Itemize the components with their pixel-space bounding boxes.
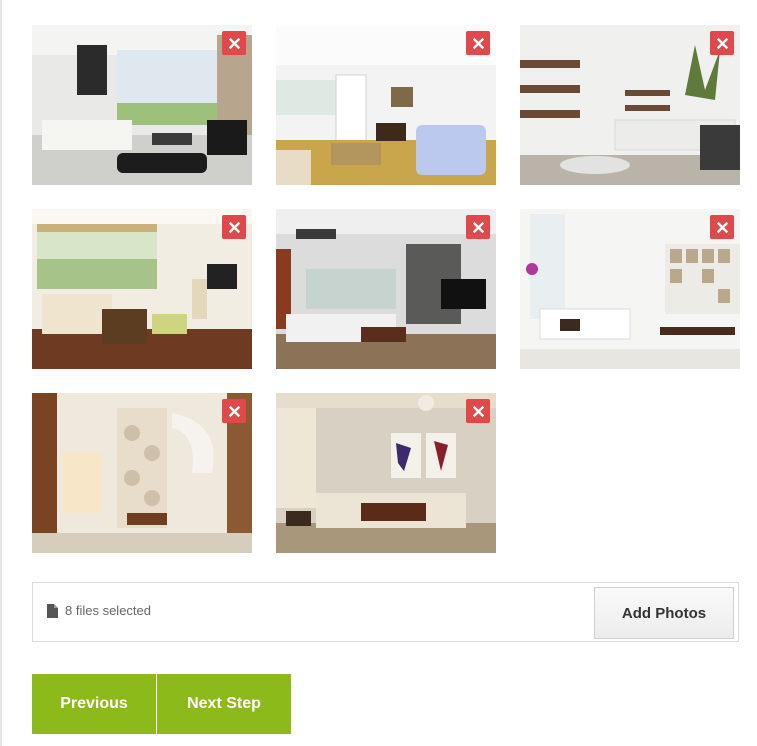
remove-photo-button[interactable] <box>710 31 734 55</box>
living-room-photo-1 <box>32 25 252 185</box>
previous-button[interactable]: Previous <box>32 674 157 734</box>
close-icon <box>472 37 484 49</box>
living-room-photo-5 <box>276 209 496 369</box>
close-icon <box>472 405 484 417</box>
file-upload-bar: 8 files selected Add Photos <box>32 582 739 642</box>
page-left-border <box>0 0 2 746</box>
photo-thumbnail[interactable] <box>32 393 252 553</box>
photo-thumbnail[interactable] <box>520 25 740 185</box>
files-selected-status: 8 files selected <box>65 603 151 618</box>
close-icon <box>228 221 240 233</box>
remove-photo-button[interactable] <box>710 215 734 239</box>
living-room-photo-4 <box>32 209 252 369</box>
photo-grid <box>32 25 740 553</box>
remove-photo-button[interactable] <box>466 31 490 55</box>
living-room-photo-3 <box>520 25 740 185</box>
living-room-photo-6 <box>520 209 740 369</box>
file-icon <box>47 604 58 618</box>
photo-thumbnail[interactable] <box>32 25 252 185</box>
living-room-photo-2 <box>276 25 496 185</box>
remove-photo-button[interactable] <box>466 215 490 239</box>
photo-thumbnail[interactable] <box>520 209 740 369</box>
remove-photo-button[interactable] <box>222 215 246 239</box>
close-icon <box>716 221 728 233</box>
living-room-photo-8 <box>276 393 496 553</box>
close-icon <box>228 37 240 49</box>
next-step-button[interactable]: Next Step <box>157 674 291 734</box>
photo-thumbnail[interactable] <box>276 209 496 369</box>
add-photos-button[interactable]: Add Photos <box>594 587 734 639</box>
remove-photo-button[interactable] <box>466 399 490 423</box>
close-icon <box>472 221 484 233</box>
close-icon <box>228 405 240 417</box>
remove-photo-button[interactable] <box>222 31 246 55</box>
step-navigation: Previous Next Step <box>32 674 291 734</box>
close-icon <box>716 37 728 49</box>
photo-thumbnail[interactable] <box>276 393 496 553</box>
photo-thumbnail[interactable] <box>32 209 252 369</box>
living-room-photo-7 <box>32 393 252 553</box>
photo-thumbnail[interactable] <box>276 25 496 185</box>
remove-photo-button[interactable] <box>222 399 246 423</box>
